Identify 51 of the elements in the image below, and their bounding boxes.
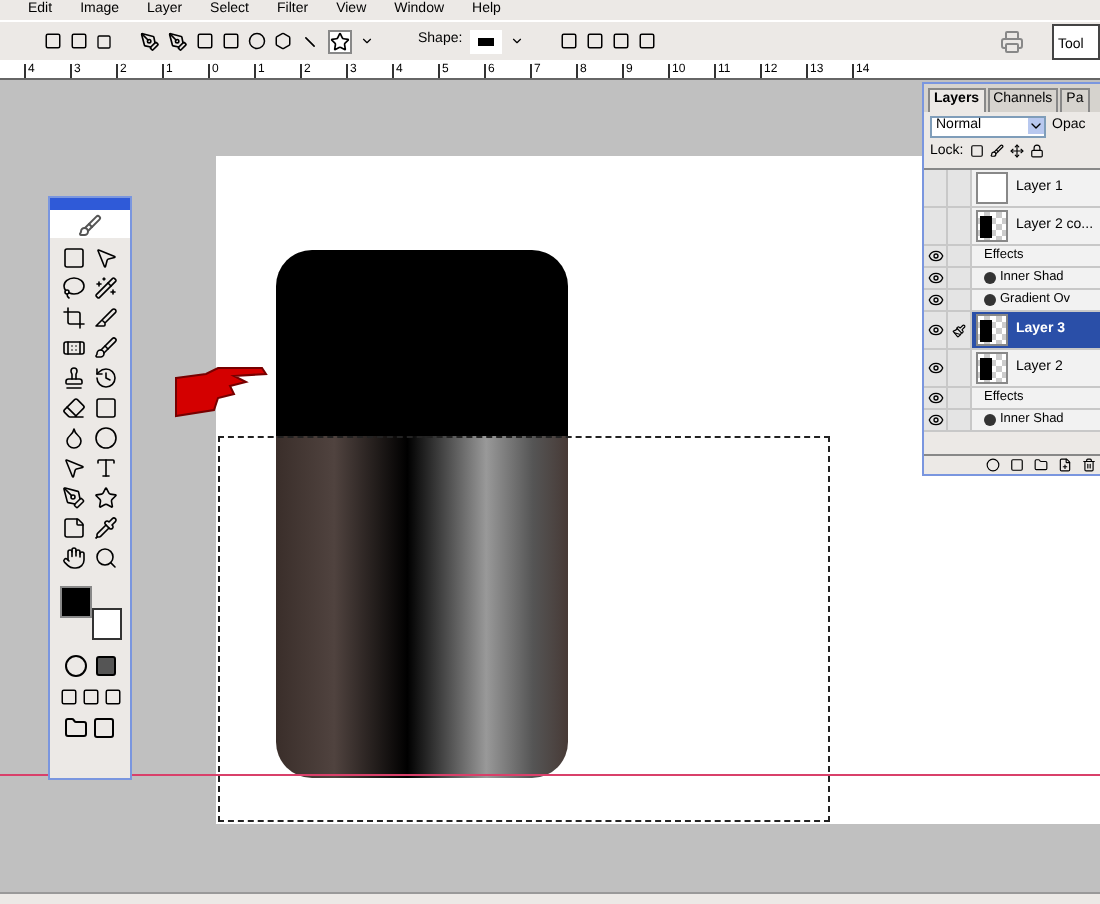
- rectangle-icon[interactable]: [196, 32, 214, 50]
- lasso-icon[interactable]: [62, 276, 86, 300]
- shape-picker[interactable]: [470, 29, 503, 53]
- stamp-icon[interactable]: [62, 366, 86, 390]
- brush-icon[interactable]: [94, 336, 118, 360]
- pointer-icon[interactable]: [62, 456, 86, 480]
- ellipse-icon[interactable]: [248, 32, 266, 50]
- eye-icon[interactable]: [927, 292, 943, 308]
- pen-icon[interactable]: [62, 486, 86, 510]
- lock-icon[interactable]: [1029, 144, 1044, 159]
- brush-icon: [952, 323, 966, 337]
- custom-shape-icon[interactable]: [328, 29, 352, 53]
- droplet-icon[interactable]: [62, 426, 86, 450]
- rounded-rectangle-icon[interactable]: [222, 32, 240, 50]
- eraser-icon[interactable]: [62, 396, 86, 420]
- effect-icon: [984, 414, 996, 426]
- caret-icon[interactable]: [510, 34, 525, 48]
- eye-icon[interactable]: [927, 390, 943, 406]
- wand-icon[interactable]: [94, 276, 118, 300]
- eye-icon[interactable]: [927, 412, 943, 428]
- new-layer-icon[interactable]: [1058, 458, 1072, 472]
- knife-icon[interactable]: [94, 306, 118, 330]
- note-icon[interactable]: [62, 516, 86, 540]
- eyedropper-icon[interactable]: [94, 516, 118, 540]
- trash-icon[interactable]: [1082, 458, 1096, 472]
- eye-icon[interactable]: [927, 270, 943, 286]
- zoom-icon[interactable]: [94, 546, 118, 570]
- bandage-icon[interactable]: [62, 336, 86, 360]
- pen-icon[interactable]: [140, 31, 160, 51]
- marquee-icon[interactable]: [62, 246, 86, 270]
- eye-icon[interactable]: [927, 360, 943, 376]
- lock-brush-icon[interactable]: [989, 144, 1004, 159]
- shape-icon[interactable]: [94, 486, 118, 510]
- eye-icon[interactable]: [927, 248, 943, 264]
- arrow-icon[interactable]: [94, 246, 118, 270]
- background-color-swatch[interactable]: [92, 608, 122, 640]
- rectangle-icon[interactable]: [44, 32, 62, 50]
- folder-icon[interactable]: [1034, 458, 1048, 472]
- history-brush-icon[interactable]: [94, 366, 118, 390]
- crop-icon[interactable]: [62, 306, 86, 330]
- caret-icon[interactable]: [360, 34, 374, 48]
- pointing-hand-icon: [174, 362, 270, 422]
- freeform-pen-icon[interactable]: [168, 31, 188, 51]
- printer-icon[interactable]: [1000, 29, 1024, 53]
- type-icon[interactable]: [94, 456, 118, 480]
- foreground-color-swatch[interactable]: [60, 586, 92, 618]
- eye-icon[interactable]: [927, 322, 943, 338]
- lock-position-icon[interactable]: [1009, 144, 1024, 159]
- polygon-icon[interactable]: [274, 32, 292, 50]
- hand-icon[interactable]: [62, 546, 86, 570]
- caret-icon: [1028, 118, 1044, 134]
